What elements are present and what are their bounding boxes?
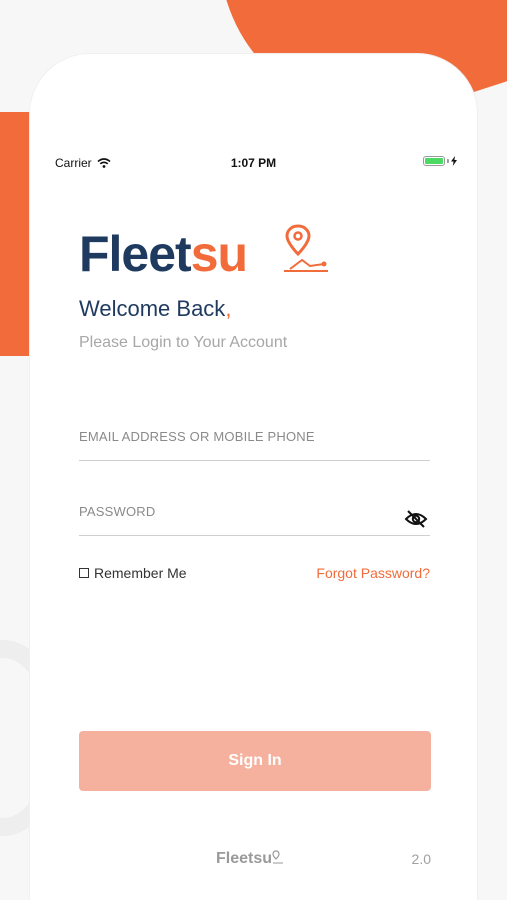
app-logo: Fleetsu bbox=[79, 224, 339, 286]
login-subtitle: Please Login to Your Account bbox=[79, 334, 288, 351]
checkbox-icon[interactable] bbox=[79, 568, 89, 578]
footer-logo-text: Fleetsu bbox=[216, 850, 273, 867]
battery-indicator bbox=[423, 156, 457, 166]
welcome-comma: , bbox=[225, 296, 232, 321]
clock: 1:07 PM bbox=[230, 156, 277, 170]
remember-me-toggle[interactable]: Remember Me bbox=[79, 565, 187, 581]
logo-wordmark: Fleetsu bbox=[79, 226, 248, 282]
eye-slash-icon[interactable] bbox=[404, 509, 428, 529]
battery-cap bbox=[447, 159, 449, 163]
phone-screen: Carrier 1:07 PM Fleetsu Welcome Back, Pl… bbox=[30, 54, 477, 900]
forgot-password-link[interactable]: Forgot Password? bbox=[316, 565, 430, 581]
password-field-label: PASSWORD bbox=[79, 504, 156, 519]
status-bar: Carrier 1:07 PM bbox=[30, 152, 477, 174]
footer-logo: Fleetsu bbox=[216, 850, 284, 868]
footer-pin-icon bbox=[272, 850, 284, 864]
email-field-label: EMAIL ADDRESS OR MOBILE PHONE bbox=[79, 429, 315, 444]
charging-icon bbox=[451, 156, 457, 166]
logo-text-su: su bbox=[190, 226, 248, 282]
welcome-text: Welcome Back bbox=[79, 296, 226, 321]
email-field[interactable]: EMAIL ADDRESS OR MOBILE PHONE bbox=[79, 426, 430, 461]
app-version: 2.0 bbox=[411, 851, 431, 867]
screen: Carrier 1:07 PM Fleetsu Welcome Back, Pl… bbox=[0, 0, 507, 900]
battery-icon bbox=[423, 156, 445, 166]
location-pin-icon bbox=[284, 224, 328, 272]
welcome-heading: Welcome Back, bbox=[79, 296, 231, 322]
sign-in-button[interactable]: Sign In bbox=[79, 731, 431, 791]
remember-me-label: Remember Me bbox=[94, 565, 187, 581]
password-field[interactable]: PASSWORD bbox=[79, 501, 430, 536]
logo-text-fleet: Fleet bbox=[79, 226, 192, 282]
